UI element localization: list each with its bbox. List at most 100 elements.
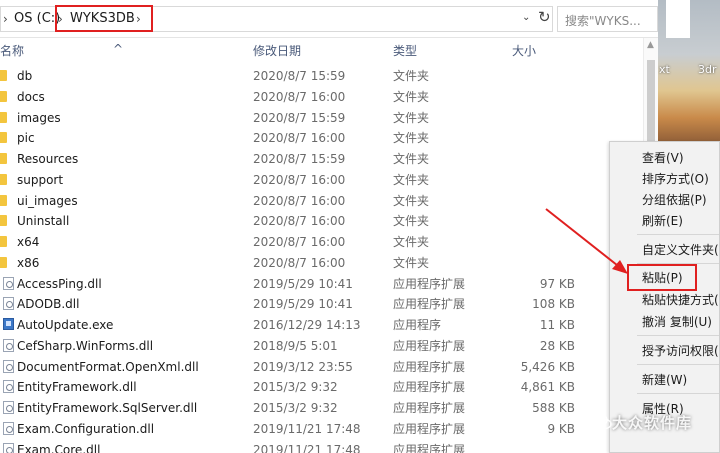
file-row[interactable]: CefSharp.WinForms.dll 2018/9/5 5:01 应用程序扩展… [0,336,658,357]
file-type: 应用程序扩展 [393,359,466,374]
file-name: images [17,110,61,125]
dll-icon [3,297,14,311]
menu-item-give-access[interactable]: 授予访问权限( [642,343,719,359]
file-name: AccessPing.dll [17,276,102,291]
column-name-header[interactable]: 名称 [0,42,24,59]
column-size-header[interactable]: 大小 [512,42,536,59]
file-name: support [17,172,64,187]
menu-item-view[interactable]: 查看(V) [642,150,684,166]
file-size: 28 KB [539,338,575,353]
file-date: 2019/11/21 17:48 [253,421,361,436]
highlight-box [55,5,153,32]
folder-icon [0,173,7,185]
column-type-header[interactable]: 类型 [393,42,417,59]
file-row[interactable]: Resources 2020/8/7 15:59 文件夹 [0,149,658,170]
file-row[interactable]: images 2020/8/7 15:59 文件夹 [0,108,658,129]
search-input[interactable]: 搜索"WYKS... [557,6,658,32]
dll-icon [3,401,14,414]
window-edge [666,0,690,38]
dll-icon [3,442,14,453]
menu-item-group[interactable]: 分组依据(P) [642,192,707,208]
file-type: 应用程序扩展 [393,380,466,395]
file-size: 11 KB [539,318,575,332]
file-size: 4,861 KB [520,380,575,395]
sort-caret-icon: ^ [113,42,124,56]
file-date: 2018/9/5 5:01 [253,338,338,353]
file-type: 文件夹 [393,110,430,125]
file-size: 9 KB [547,421,575,436]
file-row[interactable]: AutoUpdate.exe 2016/12/29 14:13 应用程序 11 KB [0,315,658,336]
desktop-icon-label[interactable]: 3dr [698,63,717,76]
file-type: 文件夹 [393,235,430,249]
file-row[interactable]: Exam.Core.dll 2019/11/21 17:48 应用程序扩展 [0,440,658,453]
breadcrumb-drive[interactable]: OS (C:) [14,11,60,27]
file-type: 文件夹 [393,131,430,146]
file-size: 108 KB [532,297,575,312]
menu-item-paste-shortcut[interactable]: 粘贴快捷方式( [642,292,719,308]
menu-item-refresh[interactable]: 刷新(E) [642,213,683,229]
file-date: 2015/3/2 9:32 [253,380,338,395]
column-headers: 名称 ^ 修改日期 类型 大小 [0,38,658,62]
file-type: 文件夹 [393,214,430,229]
file-name: CefSharp.WinForms.dll [17,338,154,353]
menu-item-customize-folder[interactable]: 自定义文件夹(F [642,242,719,258]
file-name: AutoUpdate.exe [17,318,114,332]
file-name: db [17,69,33,83]
file-date: 2020/8/7 15:59 [253,152,346,166]
file-name: pic [17,131,35,146]
file-name: x86 [17,255,40,270]
annotation-arrow [545,208,628,274]
menu-separator [637,234,719,235]
file-type: 应用程序扩展 [393,421,466,436]
dll-icon [3,380,14,394]
file-date: 2019/11/21 17:48 [253,442,361,453]
menu-item-undo-copy[interactable]: 撤消 复制(U) [642,314,712,330]
file-row[interactable]: EntityFramework.dll 2015/3/2 9:32 应用程序扩展 4,… [0,377,658,398]
file-name: docs [17,89,45,104]
file-date: 2020/8/7 16:00 [253,172,346,187]
file-row[interactable]: Exam.Configuration.dll 2019/11/21 17:48 应用… [0,419,658,440]
file-size: 588 KB [532,401,575,415]
file-row[interactable]: DocumentFormat.OpenXml.dll 2019/3/12 23:5… [0,357,658,378]
file-date: 2015/3/2 9:32 [253,401,338,415]
file-date: 2020/8/7 15:59 [253,110,346,125]
file-row[interactable]: db 2020/8/7 15:59 文件夹 [0,66,658,87]
menu-item-sort[interactable]: 排序方式(O) [642,171,709,187]
file-name: Exam.Core.dll [17,442,101,453]
file-type: 应用程序扩展 [393,442,466,453]
chevron-down-icon[interactable]: ⌄ [522,10,530,26]
file-date: 2020/8/7 16:00 [253,214,346,229]
scrollbar-thumb[interactable] [647,60,655,150]
watermark: 大众软件库 [578,409,720,439]
file-type: 文件夹 [393,172,430,187]
folder-icon [0,70,7,81]
file-date: 2020/8/7 16:00 [253,235,346,249]
file-type: 文件夹 [393,255,430,270]
folder-icon [0,132,7,144]
folder-icon [0,194,7,206]
chevron-right-icon[interactable]: › [3,11,8,27]
file-type: 应用程序扩展 [393,401,466,415]
file-type: 应用程序 [393,318,442,332]
dll-icon [3,338,14,352]
menu-separator [637,364,719,365]
menu-separator [637,335,719,336]
scroll-up-icon[interactable]: ▲ [647,40,654,50]
file-row[interactable]: pic 2020/8/7 16:00 文件夹 [0,128,658,149]
file-row[interactable]: support 2020/8/7 16:00 文件夹 [0,170,658,191]
file-row[interactable]: ADODB.dll 2019/5/29 10:41 应用程序扩展 108 KB [0,294,658,315]
dll-icon [3,276,14,290]
file-name: Uninstall [17,214,70,229]
file-name: x64 [17,235,40,249]
file-size: 5,426 KB [520,359,575,374]
file-date: 2019/5/29 10:41 [253,297,353,312]
desktop-icon-label[interactable]: xt [659,63,670,76]
exe-icon [3,318,14,330]
file-row[interactable]: docs 2020/8/7 16:00 文件夹 [0,87,658,108]
address-bar: › OS (C:) › WYKS3DB › ⌄ ↻ 搜索"WYKS... [0,0,658,38]
refresh-icon[interactable]: ↻ [538,9,551,25]
menu-item-new[interactable]: 新建(W) [642,372,687,388]
file-row[interactable]: EntityFramework.SqlServer.dll 2015/3/2 9:… [0,398,658,419]
file-name: DocumentFormat.OpenXml.dll [17,359,199,374]
column-date-header[interactable]: 修改日期 [253,42,301,59]
